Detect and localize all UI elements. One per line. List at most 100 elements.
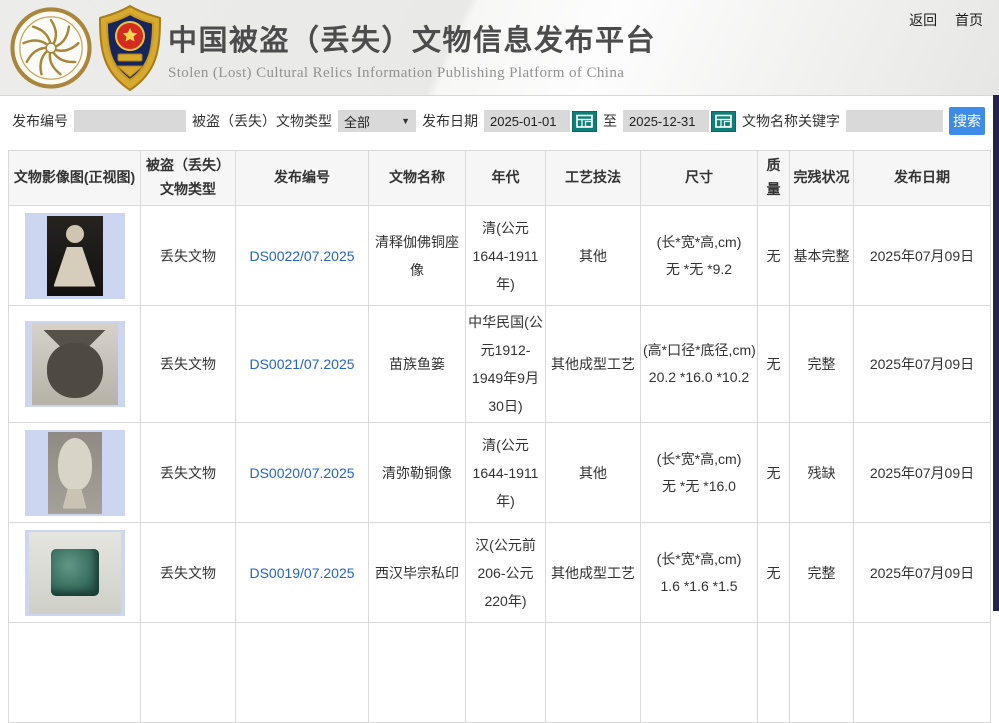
relic-condition-cell [790, 623, 854, 723]
top-nav: 返回 首页 [895, 10, 983, 30]
relic-weight-cell [758, 623, 790, 723]
col-header-weight: 质量 [758, 151, 790, 206]
size-unit-label: (高*口径*底径,cm) [643, 337, 755, 364]
site-header: 中国被盗（丢失）文物信息发布平台 Stolen (Lost) Cultural … [0, 0, 999, 96]
relic-publish-no-cell: DS0021/07.2025 [236, 306, 369, 423]
table-row: 丢失文物 DS0021/07.2025 苗族鱼篓 中华民国(公元1912-194… [9, 306, 991, 423]
date-to-separator: 至 [603, 111, 617, 131]
relic-type-cell: 丢失文物 [141, 423, 236, 523]
relics-table-body: 丢失文物 DS0022/07.2025 清释伽佛铜座像 清(公元1644-191… [9, 206, 991, 723]
relic-publish-date-cell: 2025年07月09日 [854, 206, 991, 306]
back-link[interactable]: 返回 [909, 12, 937, 28]
relic-condition-cell: 完整 [790, 306, 854, 423]
relic-image-cell [9, 306, 141, 423]
relic-thumbnail[interactable] [25, 530, 125, 616]
relic-thumbnail[interactable] [25, 321, 125, 407]
calendar-icon[interactable] [572, 111, 597, 132]
relic-technique-cell: 其他 [546, 206, 641, 306]
relic-publish-date-cell: 2025年07月09日 [854, 523, 991, 623]
relic-image-cell [9, 206, 141, 306]
col-header-condition: 完残状况 [790, 151, 854, 206]
relic-condition-cell: 残缺 [790, 423, 854, 523]
table-row: 丢失文物 DS0020/07.2025 清弥勒铜像 清(公元1644-1911年… [9, 423, 991, 523]
table-row [9, 623, 991, 723]
page-subtitle: Stolen (Lost) Cultural Relics Informatio… [168, 65, 656, 82]
publish-no-link[interactable]: DS0019/07.2025 [249, 565, 354, 581]
relic-size-cell: (长*宽*高,cm) 无 *无 *16.0 [641, 423, 758, 523]
col-header-name: 文物名称 [369, 151, 466, 206]
publish-no-link[interactable]: DS0020/07.2025 [249, 465, 354, 481]
relic-era-cell: 中华民国(公元1912-1949年9月30日) [466, 306, 546, 423]
type-select[interactable]: 全部 ▼ [338, 110, 416, 132]
date-to-field [623, 110, 736, 132]
size-value: 无 *无 *16.0 [643, 473, 755, 500]
relic-weight-cell: 无 [758, 523, 790, 623]
publish-no-link[interactable]: DS0021/07.2025 [249, 356, 354, 372]
relic-publish-no-cell [236, 623, 369, 723]
police-badge-icon [97, 4, 163, 97]
type-label: 被盗（丢失）文物类型 [192, 111, 332, 131]
date-from-input[interactable] [484, 110, 570, 132]
relic-name-cell: 苗族鱼篓 [369, 306, 466, 423]
relics-table: 文物影像图(正视图) 被盗（丢失）文物类型 发布编号 文物名称 年代 工艺技法 … [8, 150, 991, 723]
maitreya-bronze-statue-photo [48, 432, 102, 514]
publish-date-label: 发布日期 [422, 111, 478, 131]
relic-weight-cell: 无 [758, 306, 790, 423]
vertical-scrollbar[interactable] [993, 95, 999, 611]
publish-no-label: 发布编号 [12, 111, 68, 131]
keyword-input[interactable] [846, 110, 943, 132]
col-header-image: 文物影像图(正视图) [9, 151, 141, 206]
col-header-type: 被盗（丢失）文物类型 [141, 151, 236, 206]
size-unit-label: (长*宽*高,cm) [643, 229, 755, 256]
col-header-era: 年代 [466, 151, 546, 206]
relic-weight-cell: 无 [758, 206, 790, 306]
relic-thumbnail[interactable] [25, 430, 125, 516]
relic-publish-date-cell: 2025年07月09日 [854, 306, 991, 423]
relic-era-cell: 清(公元1644-1911年) [466, 206, 546, 306]
relic-era-cell: 汉(公元前206-公元220年) [466, 523, 546, 623]
buddha-bronze-statue-photo [47, 216, 103, 296]
chevron-down-icon: ▼ [401, 116, 410, 126]
relic-thumbnail[interactable] [25, 213, 125, 299]
relic-publish-no-cell: DS0022/07.2025 [236, 206, 369, 306]
size-value: 20.2 *16.0 *10.2 [643, 364, 755, 391]
table-header-row: 文物影像图(正视图) 被盗（丢失）文物类型 发布编号 文物名称 年代 工艺技法 … [9, 151, 991, 206]
relic-publish-date-cell [854, 623, 991, 723]
col-header-technique: 工艺技法 [546, 151, 641, 206]
home-link[interactable]: 首页 [955, 12, 983, 28]
relic-image-cell [9, 623, 141, 723]
size-unit-label: (长*宽*高,cm) [643, 546, 755, 573]
relic-type-cell: 丢失文物 [141, 523, 236, 623]
relic-size-cell: (长*宽*高,cm) 无 *无 *9.2 [641, 206, 758, 306]
type-select-value: 全部 [344, 112, 370, 131]
relic-image-cell [9, 423, 141, 523]
relic-type-cell: 丢失文物 [141, 306, 236, 423]
date-to-input[interactable] [623, 110, 709, 132]
relic-weight-cell: 无 [758, 423, 790, 523]
search-button[interactable]: 搜索 [949, 107, 985, 135]
relic-era-cell: 清(公元1644-1911年) [466, 423, 546, 523]
table-row: 丢失文物 DS0022/07.2025 清释伽佛铜座像 清(公元1644-191… [9, 206, 991, 306]
col-header-size: 尺寸 [641, 151, 758, 206]
col-header-publish-no: 发布编号 [236, 151, 369, 206]
relic-publish-no-cell: DS0019/07.2025 [236, 523, 369, 623]
relic-publish-no-cell: DS0020/07.2025 [236, 423, 369, 523]
han-private-seal-photo [29, 532, 121, 614]
relic-technique-cell: 其他 [546, 423, 641, 523]
size-unit-label: (长*宽*高,cm) [643, 446, 755, 473]
relic-condition-cell: 基本完整 [790, 206, 854, 306]
publish-no-link[interactable]: DS0022/07.2025 [249, 248, 354, 264]
date-from-field [484, 110, 597, 132]
relic-name-cell: 清弥勒铜像 [369, 423, 466, 523]
relic-type-cell: 丢失文物 [141, 206, 236, 306]
relic-technique-cell: 其他成型工艺 [546, 523, 641, 623]
relic-name-cell: 西汉毕宗私印 [369, 523, 466, 623]
relic-size-cell: (长*宽*高,cm) 1.6 *1.6 *1.5 [641, 523, 758, 623]
publish-no-input[interactable] [74, 110, 186, 132]
relic-type-cell [141, 623, 236, 723]
relic-name-cell [369, 623, 466, 723]
calendar-icon[interactable] [711, 111, 736, 132]
size-value: 1.6 *1.6 *1.5 [643, 573, 755, 600]
col-header-publish-date: 发布日期 [854, 151, 991, 206]
header-titles: 中国被盗（丢失）文物信息发布平台 Stolen (Lost) Cultural … [168, 17, 656, 82]
